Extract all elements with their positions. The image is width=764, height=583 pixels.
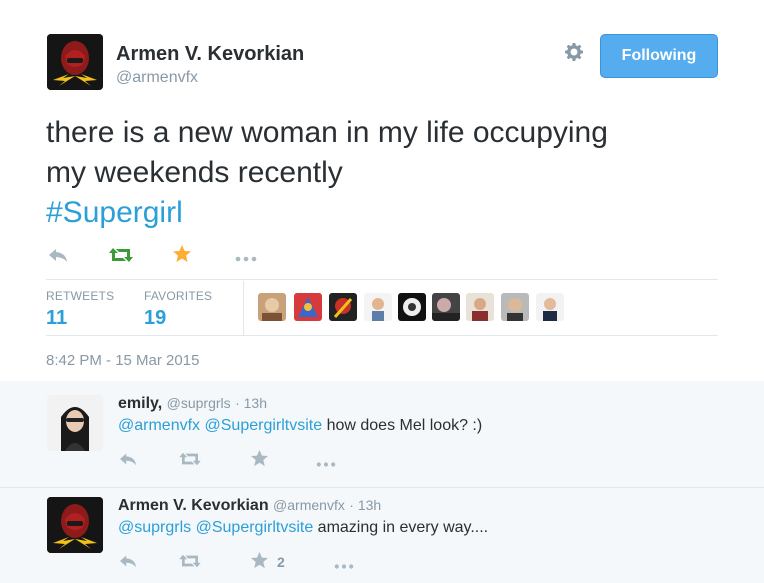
retweets-label[interactable]: RETWEETS — [46, 289, 114, 303]
reply-avatar[interactable] — [47, 395, 103, 451]
tweet-text-line2: my weekends recently — [46, 156, 343, 189]
retweet-icon[interactable] — [108, 246, 134, 268]
favoriter-avatar[interactable] — [294, 293, 322, 321]
favoriter-avatar[interactable] — [329, 293, 357, 321]
retweets-count[interactable]: 11 — [46, 307, 67, 330]
following-button[interactable]: Following — [600, 34, 718, 78]
mention-link[interactable]: @suprgrls — [118, 519, 191, 536]
mention-link[interactable]: @Supergirltvsite — [196, 519, 314, 536]
star-icon[interactable] — [172, 244, 192, 268]
favoriter-avatar[interactable] — [364, 293, 392, 321]
favoriter-avatar[interactable] — [536, 293, 564, 321]
reply-header: Armen V. Kevorkian @armenvfx · 13h — [118, 497, 381, 515]
more-icon[interactable] — [315, 454, 337, 474]
reply-body: amazing in every way.... — [313, 519, 489, 536]
favoriter-avatar[interactable] — [398, 293, 426, 321]
favoriter-avatar[interactable] — [466, 293, 494, 321]
user-photo-icon — [47, 395, 103, 451]
reply-divider — [0, 487, 764, 488]
favoriter-avatar[interactable] — [432, 293, 460, 321]
star-icon[interactable] — [250, 449, 269, 473]
stats-separator — [243, 281, 244, 335]
more-icon[interactable] — [234, 248, 258, 268]
reply-body: how does Mel look? :) — [322, 417, 483, 434]
reply-avatar[interactable] — [47, 497, 103, 553]
reply-author-handle[interactable]: @suprgrls — [167, 395, 231, 411]
reply-author-handle[interactable]: @armenvfx — [273, 497, 345, 513]
mention-link[interactable]: @Supergirltvsite — [205, 417, 323, 434]
tweet-text-line1: there is a new woman in my life occupyin… — [46, 116, 608, 149]
hashtag-link[interactable]: #Supergirl — [46, 193, 706, 233]
reply-icon[interactable] — [118, 451, 138, 472]
more-icon[interactable] — [333, 556, 355, 576]
tweet-text: there is a new woman in my life occupyin… — [46, 113, 706, 233]
flash-logo-icon — [47, 497, 103, 553]
divider — [46, 335, 718, 336]
favorite-count[interactable]: 2 — [277, 554, 285, 570]
mention-link[interactable]: @armenvfx — [118, 417, 200, 434]
gear-icon[interactable] — [562, 40, 588, 66]
reply-author-name[interactable]: Armen V. Kevorkian — [118, 497, 269, 514]
replies-section — [0, 381, 764, 583]
reply-icon[interactable] — [118, 553, 138, 574]
reply-author-name[interactable]: emily, — [118, 395, 162, 412]
favoriter-avatar[interactable] — [258, 293, 286, 321]
reply-text: @suprgrls @Supergirltvsite amazing in ev… — [118, 519, 488, 537]
star-icon[interactable] — [250, 551, 269, 575]
favorites-count[interactable]: 19 — [144, 307, 166, 330]
reply-text: @armenvfx @Supergirltvsite how does Mel … — [118, 417, 482, 435]
author-avatar[interactable] — [47, 34, 103, 90]
retweet-icon[interactable] — [178, 553, 202, 574]
flash-logo-icon — [47, 34, 103, 90]
favorites-label[interactable]: FAVORITES — [144, 289, 212, 303]
divider — [46, 279, 718, 280]
reply-icon[interactable] — [47, 246, 69, 268]
reply-time[interactable]: · 13h — [235, 395, 267, 411]
author-name[interactable]: Armen V. Kevorkian — [116, 43, 304, 66]
reply-header: emily, @suprgrls · 13h — [118, 395, 267, 413]
favoriter-avatar[interactable] — [501, 293, 529, 321]
tweet-timestamp[interactable]: 8:42 PM - 15 Mar 2015 — [46, 352, 199, 369]
author-handle[interactable]: @armenvfx — [116, 69, 198, 87]
retweet-icon[interactable] — [178, 451, 202, 472]
reply-time[interactable]: · 13h — [349, 497, 381, 513]
